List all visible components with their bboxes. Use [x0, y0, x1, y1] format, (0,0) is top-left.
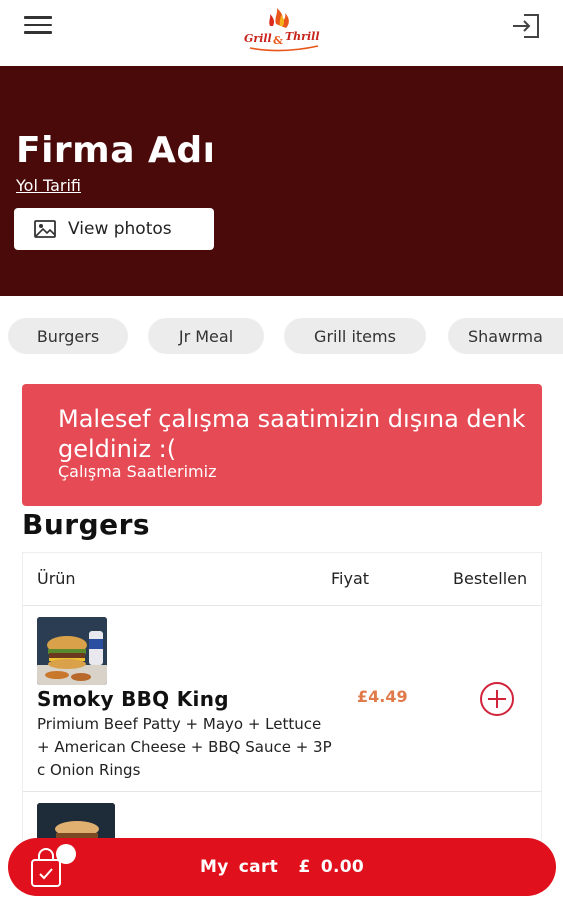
product-name: Smoky BBQ King — [37, 687, 229, 711]
svg-text:Thrill: Thrill — [285, 30, 320, 43]
brand-logo[interactable]: Grill & Thrill — [240, 6, 324, 56]
product-price: £4.49 — [357, 687, 408, 706]
category-chip-shawrma[interactable]: Shawrma — [448, 318, 563, 354]
alert-message: Malesef çalışma saatimizin dışına denk g… — [58, 405, 526, 463]
app-page: Grill & Thrill Firma Adı Yol Tarifi View… — [0, 0, 563, 900]
opening-hours-link[interactable]: Çalışma Saatlerimiz — [58, 462, 216, 481]
row-divider — [23, 791, 541, 792]
product-table: Ürün Fiyat Bestellen Smoky BBQ King Prim… — [22, 552, 542, 852]
closed-hours-alert: Malesef çalışma saatimizin dışına denk g… — [22, 384, 542, 506]
category-chip-jr-meal[interactable]: Jr Meal — [148, 318, 264, 354]
svg-text:Grill: Grill — [244, 32, 272, 45]
hero-banner — [0, 66, 563, 296]
column-header-price: Fiyat — [331, 569, 370, 588]
shopping-bag-icon[interactable] — [22, 844, 78, 892]
top-bar: Grill & Thrill — [0, 0, 563, 66]
image-icon — [34, 220, 56, 238]
sign-in-icon[interactable] — [510, 12, 542, 40]
column-header-product: Ürün — [37, 569, 76, 588]
cart-label: My cart £ 0.00 — [199, 857, 364, 877]
hamburger-icon[interactable] — [24, 16, 52, 36]
company-name: Firma Adı — [16, 130, 216, 171]
section-title: Burgers — [22, 508, 151, 541]
directions-link[interactable]: Yol Tarifi — [16, 176, 81, 195]
view-photos-button[interactable]: View photos — [14, 208, 214, 250]
add-to-cart-icon[interactable] — [479, 681, 515, 717]
product-image[interactable] — [37, 617, 107, 685]
svg-text:&: & — [273, 34, 283, 47]
product-description: Primium Beef Patty + Mayo + Lettuce + Am… — [37, 715, 332, 779]
category-chips: Burgers Jr Meal Grill items Shawrma — [0, 296, 563, 378]
category-chip-grill-items[interactable]: Grill items — [284, 318, 426, 354]
category-chip-burgers[interactable]: Burgers — [8, 318, 128, 354]
view-photos-label: View photos — [68, 219, 172, 239]
column-header-order: Bestellen — [453, 569, 528, 588]
header-divider — [23, 605, 541, 606]
cart-bar[interactable]: My cart £ 0.00 — [8, 838, 556, 896]
